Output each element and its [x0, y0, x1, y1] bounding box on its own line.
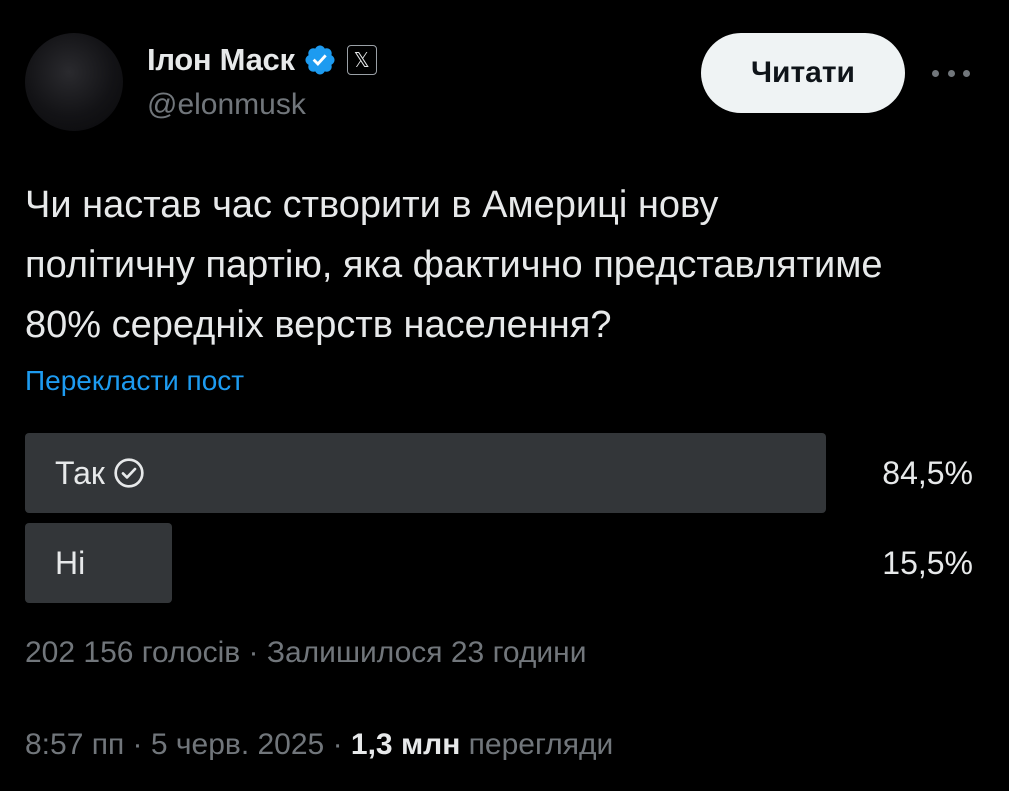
follow-button[interactable]: Читати — [701, 33, 905, 113]
post-text-line: 80% середніх верств населення? — [25, 304, 612, 346]
post-timestamp-row: 8:57 пп · 5 черв. 2025 · 1,3 млн перегля… — [25, 728, 613, 762]
poll-option-text: Ні — [55, 544, 86, 581]
poll-summary: 202 156 голосів · Залишилося 23 години — [25, 636, 587, 669]
poll-bar — [25, 433, 826, 513]
more-dot — [947, 69, 955, 77]
more-dot — [963, 69, 970, 77]
x-logo-icon: 𝕏 — [346, 45, 377, 75]
avatar[interactable] — [25, 33, 123, 131]
post-timestamp[interactable]: 8:57 пп · 5 черв. 2025 · — [25, 728, 351, 761]
poll-option-label: Ні — [55, 523, 85, 603]
author-handle[interactable]: @elonmusk — [147, 88, 306, 122]
post-text: Чи настав час створити в Америці нову по… — [25, 175, 995, 355]
translate-post-link[interactable]: Перекласти пост — [25, 365, 244, 397]
check-circle-icon — [114, 458, 144, 488]
post-text-line: політичну партію, яка фактично представл… — [25, 244, 883, 286]
poll-option-percent: 15,5% — [882, 544, 973, 581]
poll-option-yes[interactable]: Так 84,5% — [25, 433, 975, 513]
poll-option-no[interactable]: Ні 15,5% — [25, 523, 975, 603]
views-count: 1,3 млн — [350, 728, 461, 761]
poll-option-percent: 84,5% — [882, 454, 973, 491]
post-text-line: Чи настав час створити в Америці нову — [25, 184, 719, 226]
verified-badge-icon[interactable] — [303, 43, 337, 77]
poll-option-label: Так — [55, 433, 145, 513]
author-name-row: Ілон Маск 𝕏 — [147, 38, 377, 82]
more-icon[interactable] — [932, 58, 970, 88]
more-dot — [932, 69, 939, 77]
poll-bar — [25, 523, 172, 603]
author-name[interactable]: Ілон Маск — [147, 42, 295, 78]
poll-option-text: Так — [55, 454, 105, 491]
views-label: перегляди — [460, 728, 614, 761]
